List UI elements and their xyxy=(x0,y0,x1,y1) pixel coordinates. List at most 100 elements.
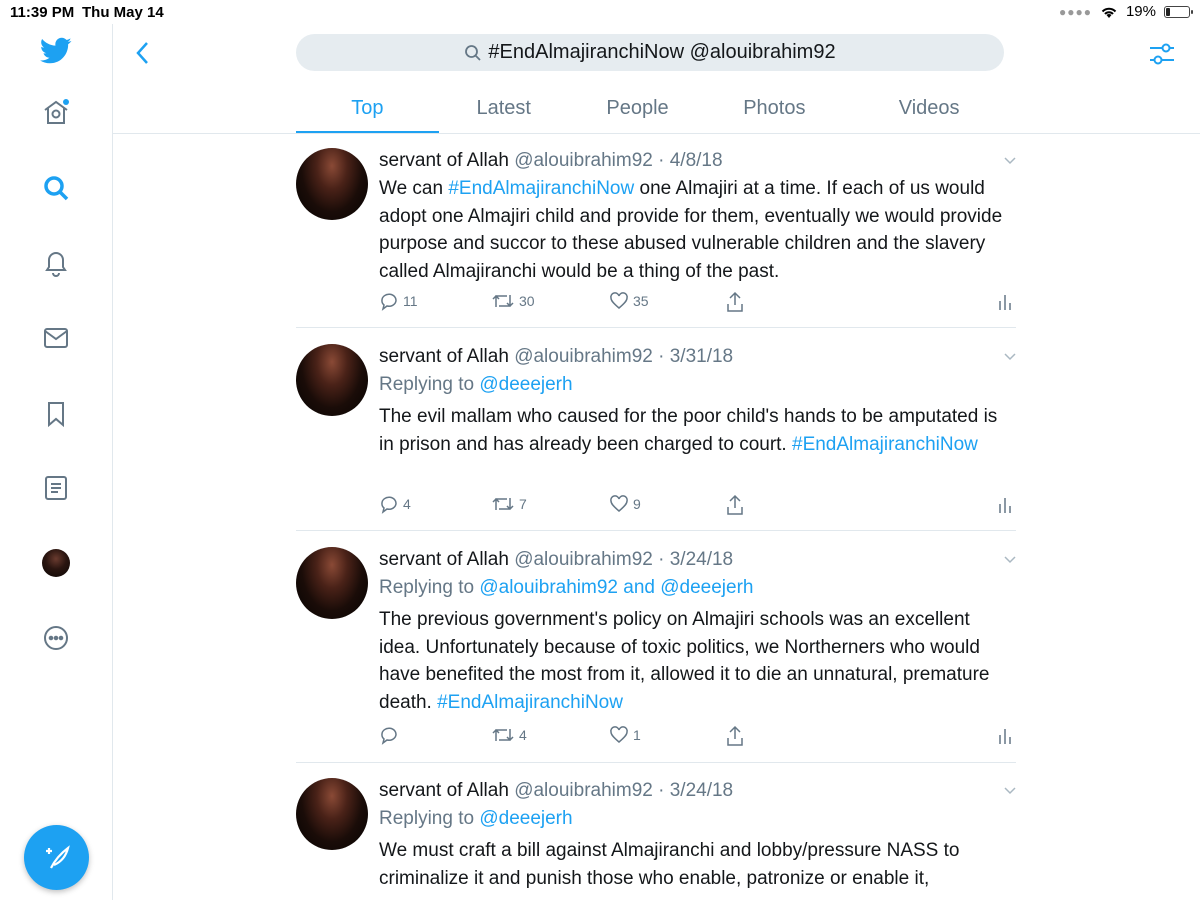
retweet-icon xyxy=(492,728,514,742)
share-icon xyxy=(727,725,743,746)
reply-button[interactable] xyxy=(379,725,403,745)
author-name[interactable]: servant of Allah xyxy=(379,346,509,367)
chevron-down-icon[interactable] xyxy=(1002,152,1018,168)
analytics-icon xyxy=(999,498,1011,513)
profile-avatar[interactable] xyxy=(39,546,73,580)
reply-count: 4 xyxy=(403,496,411,512)
replying-to-label: Replying to xyxy=(379,374,480,395)
replying-to: Replying to @alouibrahim92 and @deeejerh xyxy=(379,573,1009,602)
signal-dots-icon: ●●●● xyxy=(1058,4,1092,19)
avatar[interactable] xyxy=(296,547,368,619)
tab-videos[interactable]: Videos xyxy=(842,88,1016,133)
lists-icon[interactable] xyxy=(39,471,73,505)
tweet-body: servant of Allah @alouibrahim92 · 4/8/18… xyxy=(379,148,1009,285)
reply-icon xyxy=(381,727,397,745)
reply-mention-link[interactable]: @alouibrahim92 and @deeejerh xyxy=(479,577,753,598)
tab-latest[interactable]: Latest xyxy=(439,88,569,133)
retweet-count: 4 xyxy=(519,727,527,743)
hashtag-link[interactable]: #EndAlmajiranchiNow xyxy=(792,434,978,455)
retweet-button[interactable]: 4 xyxy=(491,725,527,745)
chevron-down-icon[interactable] xyxy=(1002,348,1018,364)
analytics-icon xyxy=(999,729,1011,744)
reply-count: 11 xyxy=(403,293,418,309)
author-name[interactable]: servant of Allah xyxy=(379,549,509,570)
author-handle[interactable]: @alouibrahim92 xyxy=(514,549,653,570)
status-right: ●●●● 19% xyxy=(1058,3,1193,20)
retweet-count: 7 xyxy=(519,496,527,512)
avatar[interactable] xyxy=(296,148,368,220)
author-handle[interactable]: @alouibrahim92 xyxy=(514,780,653,801)
avatar xyxy=(42,549,70,577)
chevron-down-icon[interactable] xyxy=(1002,551,1018,567)
like-count: 9 xyxy=(633,496,641,512)
analytics-button[interactable] xyxy=(997,291,1013,311)
tweet-date: 3/24/18 xyxy=(669,780,734,801)
retweet-button[interactable]: 7 xyxy=(491,494,527,514)
tab-top[interactable]: Top xyxy=(296,88,439,133)
status-time: 11:39 PM xyxy=(10,4,75,21)
author-handle[interactable]: @alouibrahim92 xyxy=(514,346,653,367)
search-input[interactable]: #EndAlmajiranchiNow @alouibrahim92 xyxy=(296,34,1004,71)
more-icon[interactable] xyxy=(39,621,73,655)
tweet-date: 3/24/18 xyxy=(669,549,734,570)
analytics-button[interactable] xyxy=(997,494,1013,514)
tweet[interactable]: servant of Allah @alouibrahim92 · 3/24/1… xyxy=(296,778,1016,900)
compose-feather-icon xyxy=(45,844,70,868)
bookmarks-icon[interactable] xyxy=(39,397,73,431)
tweet-actions: 11 30 35 xyxy=(379,291,1019,315)
tab-people[interactable]: People xyxy=(569,88,707,133)
reply-button[interactable]: 11 xyxy=(379,291,418,311)
sidebar xyxy=(0,24,113,900)
search-filter-button[interactable] xyxy=(1146,38,1178,70)
heart-icon xyxy=(610,726,628,743)
hashtag-link[interactable]: #EndAlmajiranchiNow xyxy=(448,178,634,199)
back-button[interactable] xyxy=(128,38,156,68)
chevron-left-icon xyxy=(136,42,148,64)
avatar[interactable] xyxy=(296,344,368,416)
tab-photos[interactable]: Photos xyxy=(706,88,842,133)
replying-to: Replying to @deeejerh xyxy=(379,804,1009,833)
like-button[interactable]: 9 xyxy=(609,494,641,514)
tweet-header: servant of Allah @alouibrahim92 · 4/8/18 xyxy=(379,150,723,171)
notifications-icon[interactable] xyxy=(39,246,73,280)
replying-to: Replying to @deeejerh xyxy=(379,370,1009,399)
tweet[interactable]: servant of Allah @alouibrahim92 · 4/8/18… xyxy=(296,148,1016,318)
tweet-actions: 4 1 xyxy=(379,725,1019,749)
tweet-divider xyxy=(296,530,1016,531)
twitter-logo-icon[interactable] xyxy=(39,34,73,68)
tweet[interactable]: servant of Allah @alouibrahim92 · 3/24/1… xyxy=(296,547,1016,757)
header-divider xyxy=(113,133,1200,134)
compose-button[interactable] xyxy=(24,825,89,890)
tweet-text-part: We must craft a bill against Almajiranch… xyxy=(379,840,960,889)
avatar[interactable] xyxy=(296,778,368,850)
author-name[interactable]: servant of Allah xyxy=(379,780,509,801)
battery-icon xyxy=(1164,5,1193,18)
battery-percent: 19% xyxy=(1125,3,1156,20)
tweet-text: The previous government's policy on Alma… xyxy=(379,606,1009,716)
hashtag-link[interactable]: #EndAlmajiranchiNow xyxy=(437,692,623,713)
tweet-date: 3/31/18 xyxy=(669,346,734,367)
share-button[interactable] xyxy=(725,291,745,313)
tweet-text-part: We can xyxy=(379,178,449,199)
author-handle[interactable]: @alouibrahim92 xyxy=(514,150,653,171)
analytics-button[interactable] xyxy=(997,725,1013,745)
tweet-text: We can #EndAlmajiranchiNow one Almajiri … xyxy=(379,175,1009,285)
share-button[interactable] xyxy=(725,494,745,516)
tweet[interactable]: servant of Allah @alouibrahim92 · 3/31/1… xyxy=(296,344,1016,524)
tweet-header: servant of Allah @alouibrahim92 · 3/31/1… xyxy=(379,346,734,367)
tweet-text: The evil mallam who caused for the poor … xyxy=(379,403,1009,458)
reply-mention-link[interactable]: @deeejerh xyxy=(479,808,572,829)
like-button[interactable]: 1 xyxy=(609,725,641,745)
search-icon[interactable] xyxy=(39,171,73,205)
like-button[interactable]: 35 xyxy=(609,291,649,311)
author-name[interactable]: servant of Allah xyxy=(379,150,509,171)
chevron-down-icon[interactable] xyxy=(1002,782,1018,798)
analytics-icon xyxy=(999,295,1011,310)
reply-button[interactable]: 4 xyxy=(379,494,411,514)
retweet-button[interactable]: 30 xyxy=(491,291,535,311)
share-icon xyxy=(727,291,743,312)
home-icon[interactable] xyxy=(39,95,73,129)
share-button[interactable] xyxy=(725,725,745,747)
messages-icon[interactable] xyxy=(39,321,73,355)
reply-mention-link[interactable]: @deeejerh xyxy=(479,374,572,395)
